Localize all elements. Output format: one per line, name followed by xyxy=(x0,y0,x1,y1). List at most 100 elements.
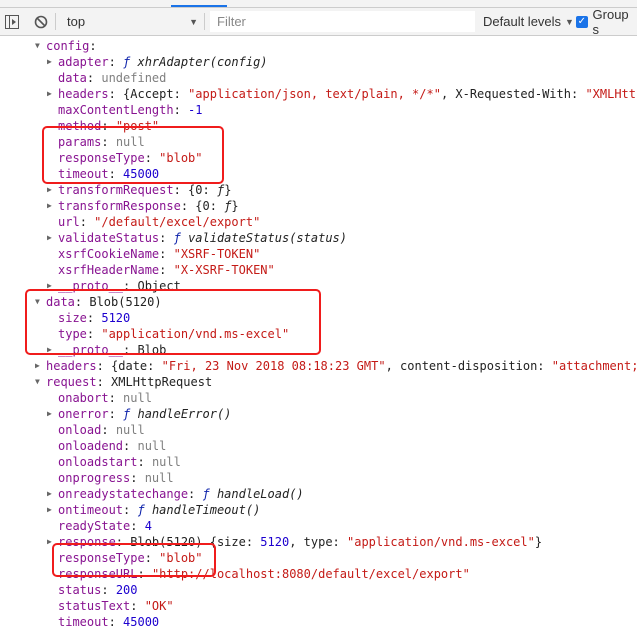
property-key: onprogress xyxy=(58,471,131,485)
property-value: {date: xyxy=(111,359,162,373)
levels-dropdown[interactable]: Default levels ▼ xyxy=(483,8,574,35)
highlight-box xyxy=(25,289,321,355)
property-value: } xyxy=(534,535,543,549)
property-row[interactable]: ▶ validateStatus: ƒ validateStatus(status… xyxy=(47,230,347,246)
colon: : xyxy=(108,407,124,421)
property-value: , type: xyxy=(289,535,347,549)
property-value: ƒ xyxy=(173,231,189,245)
property-value: "application/json, text/plain, */*" xyxy=(188,87,441,101)
colon: : xyxy=(130,471,145,485)
property-row: onloadend: null xyxy=(58,438,166,454)
property-value: "XSRF-TOKEN" xyxy=(173,247,261,261)
property-row: onabort: null xyxy=(58,390,152,406)
property-value: ƒ xyxy=(123,55,138,69)
property-key: onerror xyxy=(58,407,109,421)
property-key: data xyxy=(58,71,87,85)
property-row[interactable]: ▶ adapter: ƒ xhrAdapter(config) xyxy=(47,54,268,70)
collapsed-arrow-icon[interactable]: ▶ xyxy=(47,198,57,214)
colon: : xyxy=(159,231,174,245)
colon: : xyxy=(173,183,189,197)
property-key: onloadstart xyxy=(58,455,138,469)
colon: : xyxy=(89,39,104,53)
colon: : xyxy=(159,263,174,277)
property-row[interactable]: ▶ ontimeout: ƒ handleTimeout() xyxy=(47,502,260,518)
colon: : xyxy=(101,423,116,437)
property-row[interactable]: ▼ request: XMLHttpRequest xyxy=(35,374,212,390)
property-row[interactable]: ▶ headers: {date: "Fri, 23 Nov 2018 08:18… xyxy=(35,358,637,374)
colon: : xyxy=(123,439,138,453)
collapsed-arrow-icon[interactable]: ▶ xyxy=(47,86,57,102)
property-value: handleLoad() xyxy=(216,487,304,501)
property-value: -1 xyxy=(188,103,203,117)
property-value: null xyxy=(115,423,145,437)
property-row: data: undefined xyxy=(58,70,166,86)
colon: : xyxy=(137,455,152,469)
expanded-arrow-icon[interactable]: ▼ xyxy=(35,374,45,390)
levels-label: Default levels xyxy=(483,14,562,29)
colon: : xyxy=(108,391,124,405)
collapsed-arrow-icon[interactable]: ▶ xyxy=(47,406,57,422)
property-key: request xyxy=(46,375,97,389)
property-row: onload: null xyxy=(58,422,145,438)
property-value: null xyxy=(123,391,152,405)
devtools-tab-strip xyxy=(0,0,637,8)
property-value: 45000 xyxy=(123,615,160,626)
property-key: ontimeout xyxy=(58,503,124,517)
property-row[interactable]: ▼ config: xyxy=(35,38,104,54)
sidebar-toggle-icon xyxy=(5,14,19,29)
collapsed-arrow-icon[interactable]: ▶ xyxy=(47,502,57,518)
context-selector[interactable]: top ▼ xyxy=(57,8,202,35)
property-value: "attachment; xyxy=(551,359,637,373)
property-value: , X-Requested-With: xyxy=(440,87,586,101)
property-row[interactable]: ▶ onerror: ƒ handleError() xyxy=(47,406,232,422)
property-value: ƒ xyxy=(137,503,152,517)
property-row: maxContentLength: -1 xyxy=(58,102,203,118)
clear-console-button[interactable] xyxy=(34,8,48,35)
colon: : xyxy=(108,87,124,101)
property-row[interactable]: ▶ onreadystatechange: ƒ handleLoad() xyxy=(47,486,304,502)
highlight-box xyxy=(52,543,216,577)
property-value: "application/vnd.ms-excel" xyxy=(347,535,535,549)
colon: : xyxy=(101,583,116,597)
group-similar-label: Group s xyxy=(592,6,629,37)
chevron-down-icon: ▼ xyxy=(565,16,574,27)
property-key: onreadystatechange xyxy=(58,487,189,501)
property-value: 200 xyxy=(115,583,138,597)
property-value: null xyxy=(137,439,167,453)
expanded-arrow-icon[interactable]: ▼ xyxy=(35,38,45,54)
sidebar-toggle-button[interactable] xyxy=(5,8,19,35)
property-value: "XMLHttpRequest" xyxy=(585,87,637,101)
collapsed-arrow-icon[interactable]: ▶ xyxy=(47,230,57,246)
property-key: transformRequest xyxy=(58,183,174,197)
property-row[interactable]: ▶ transformRequest: {0: ƒ} xyxy=(47,182,232,198)
filter-input[interactable] xyxy=(210,11,475,32)
property-value: "OK" xyxy=(144,599,174,613)
property-key: timeout xyxy=(58,615,109,626)
property-row[interactable]: ▶ headers: {Accept: "application/json, te… xyxy=(47,86,637,102)
group-similar-checkbox[interactable]: ✓ Group s xyxy=(576,6,637,37)
colon: : xyxy=(96,375,112,389)
collapsed-arrow-icon[interactable]: ▶ xyxy=(47,182,57,198)
colon: : xyxy=(159,247,174,261)
colon: : xyxy=(180,199,196,213)
property-key: onload xyxy=(58,423,102,437)
collapsed-arrow-icon[interactable]: ▶ xyxy=(47,54,57,70)
property-value: {0: xyxy=(188,183,217,197)
property-value: handleError() xyxy=(137,407,232,421)
colon: : xyxy=(108,615,124,626)
property-value: xhrAdapter(config) xyxy=(137,55,268,69)
property-row[interactable]: ▶ transformResponse: {0: ƒ} xyxy=(47,198,239,214)
property-row: xsrfCookieName: "XSRF-TOKEN" xyxy=(58,246,260,262)
divider xyxy=(204,13,205,30)
property-row: url: "/default/excel/export" xyxy=(58,214,260,230)
colon: : xyxy=(130,599,145,613)
collapsed-arrow-icon[interactable]: ▶ xyxy=(35,358,45,374)
property-value: } xyxy=(224,183,232,197)
chevron-down-icon: ▼ xyxy=(189,16,198,27)
property-value: {0: xyxy=(195,199,225,213)
property-key: validateStatus xyxy=(58,231,160,245)
collapsed-arrow-icon[interactable]: ▶ xyxy=(47,486,57,502)
property-key: xsrfCookieName xyxy=(58,247,160,261)
property-row: statusText: "OK" xyxy=(58,598,174,614)
colon: : xyxy=(79,215,95,229)
